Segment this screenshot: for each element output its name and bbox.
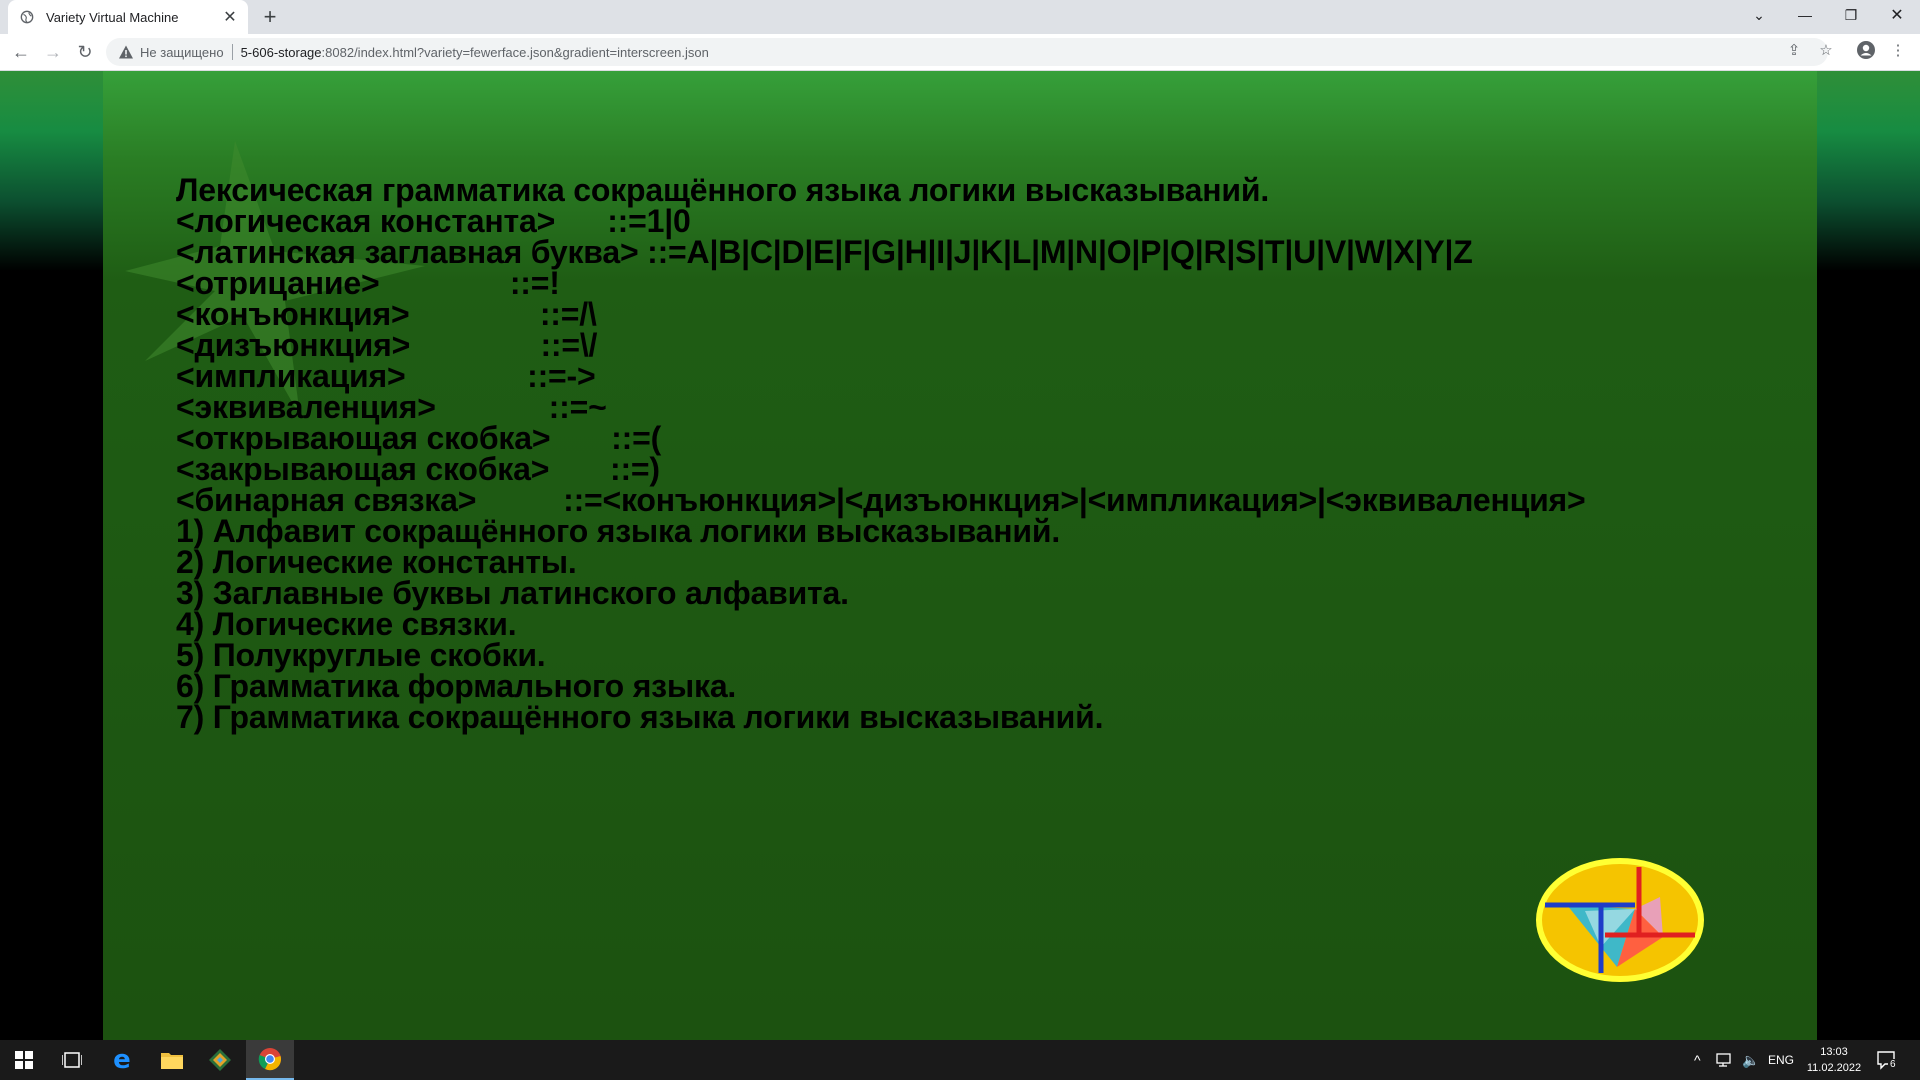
text-line: <латинская заглавная буква> ::=A|B|C|D|E… — [176, 234, 1473, 270]
browser-tab[interactable]: Variety Virtual Machine ✕ — [8, 0, 248, 34]
clock[interactable]: 13:03 11.02.2022 — [1800, 1044, 1868, 1076]
list-item: 3) Заглавные буквы латинского алфавита. — [176, 575, 849, 611]
tab-title: Variety Virtual Machine — [46, 9, 179, 25]
new-tab-button[interactable]: + — [258, 4, 282, 29]
tab-search-icon[interactable]: ⌄ — [1736, 0, 1782, 30]
logo-button[interactable] — [1535, 857, 1705, 983]
tab-strip: Variety Virtual Machine ✕ + ⌄ — ❐ ✕ — [0, 0, 1920, 34]
list-item: 7) Грамматика сокращённого языка логики … — [176, 699, 1104, 735]
share-icon[interactable]: ⇪ — [1784, 40, 1804, 60]
text-line: <открывающая скобка> ::=( — [176, 420, 662, 456]
text-line: <закрывающая скобка> ::=) — [176, 451, 660, 487]
volume-icon[interactable]: 🔈 — [1742, 1040, 1759, 1080]
back-icon[interactable]: ← — [9, 40, 33, 64]
content-panel: Лексическая грамматика сокращённого язык… — [103, 71, 1817, 1040]
address-bar[interactable]: Не защищено 5-606-storage:8082/index.htm… — [106, 38, 1828, 66]
globe-icon — [20, 10, 34, 24]
text-line: <конъюнкция> ::=/\ — [176, 296, 597, 332]
bookmark-star-icon[interactable]: ☆ — [1816, 40, 1836, 60]
menu-kebab-icon[interactable]: ⋮ — [1888, 40, 1908, 60]
minimize-button[interactable]: — — [1782, 0, 1828, 30]
list-item: 5) Полукруглые скобки. — [176, 637, 546, 673]
close-tab-icon[interactable]: ✕ — [222, 9, 238, 26]
app-icon[interactable] — [196, 1040, 244, 1080]
url-path: :8082/index.html?variety=fewerface.json&… — [321, 44, 709, 60]
browser-toolbar: ← → ↻ Не защищено 5-606-storage:8082/ind… — [0, 34, 1920, 71]
file-explorer-icon[interactable] — [148, 1040, 196, 1080]
clock-time: 13:03 — [1820, 1046, 1848, 1058]
list-item: 6) Грамматика формального языка. — [176, 668, 737, 704]
grammar-text: Лексическая грамматика сокращённого язык… — [176, 172, 1586, 735]
language-indicator[interactable]: ENG — [1768, 1040, 1794, 1080]
heading-line: Лексическая грамматика сокращённого язык… — [176, 172, 1270, 208]
text-line: <импликация> ::=-> — [176, 358, 596, 394]
text-line: <бинарная связка> ::=<конъюнкция>|<дизъю… — [176, 482, 1586, 518]
text-line: <логическая константа> ::=1|0 — [176, 203, 691, 239]
notification-count-badge: 6 — [1888, 1059, 1898, 1070]
chevron-up-icon[interactable]: ^ — [1694, 1040, 1701, 1080]
windows-taskbar: e ^ 🔈 ENG 13:03 11.02.2022 6 — [0, 1040, 1920, 1080]
security-label[interactable]: Не защищено — [140, 45, 224, 60]
task-view-icon[interactable] — [48, 1040, 96, 1080]
chrome-icon[interactable] — [246, 1040, 294, 1080]
restore-button[interactable]: ❐ — [1828, 0, 1874, 30]
text-line: <отрицание> ::=! — [176, 265, 560, 301]
url-host: 5-606-storage — [240, 44, 322, 60]
page-viewport: Лексическая грамматика сокращённого язык… — [0, 71, 1920, 1040]
text-line: <дизъюнкция> ::=\/ — [176, 327, 598, 363]
windows-start-icon[interactable] — [0, 1040, 48, 1080]
list-item: 2) Логические константы. — [176, 544, 577, 580]
list-item: 4) Логические связки. — [176, 606, 517, 642]
divider — [231, 44, 233, 60]
forward-icon[interactable]: → — [41, 40, 65, 64]
network-icon[interactable] — [1716, 1040, 1734, 1080]
clock-date: 11.02.2022 — [1806, 1062, 1862, 1074]
list-item: 1) Алфавит сокращённого языка логики выс… — [176, 513, 1061, 549]
text-line: <эквиваленция> ::=~ — [176, 389, 607, 425]
close-window-button[interactable]: ✕ — [1874, 0, 1920, 30]
edge-browser-icon[interactable]: e — [98, 1040, 146, 1080]
reload-icon[interactable]: ↻ — [73, 40, 97, 64]
notification-center-icon[interactable]: 6 — [1876, 1040, 1898, 1080]
profile-avatar-icon[interactable] — [1856, 40, 1876, 60]
warning-icon — [119, 45, 133, 59]
